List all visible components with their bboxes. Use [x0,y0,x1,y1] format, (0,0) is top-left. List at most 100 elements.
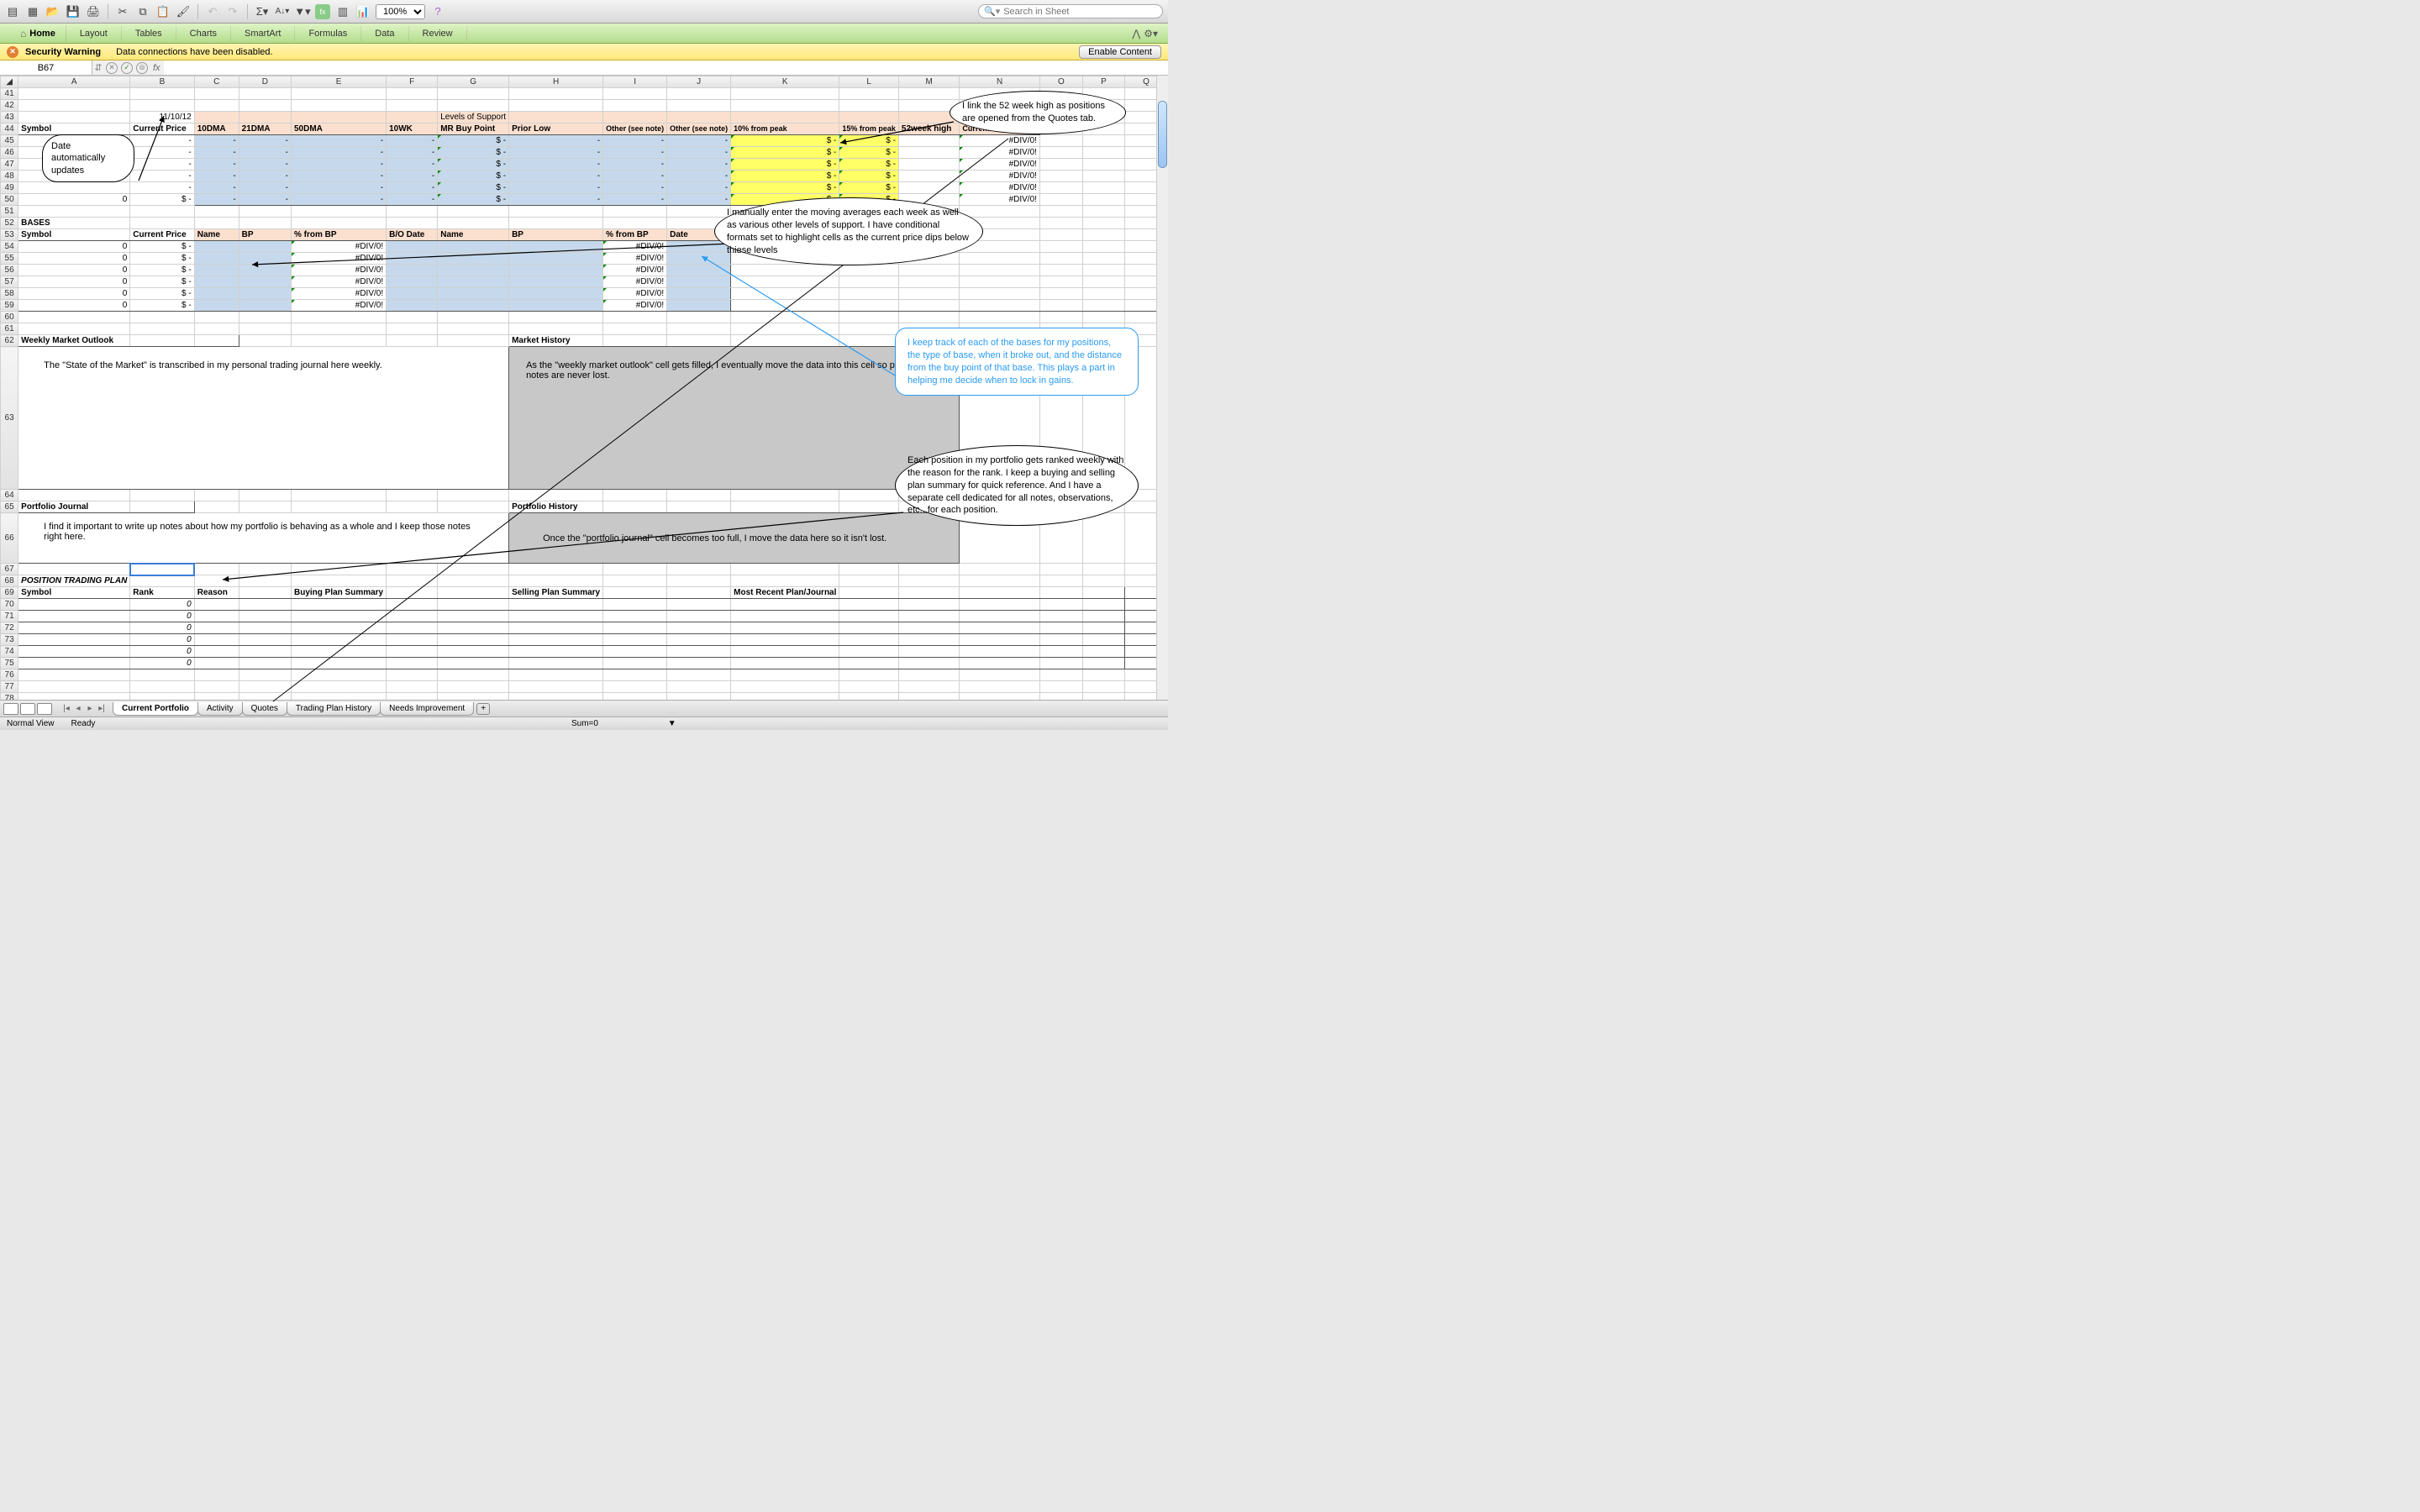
cell-F54[interactable] [387,241,438,253]
cell-I70[interactable] [603,599,667,611]
cell-K73[interactable] [731,634,839,646]
cell-O47[interactable] [1039,159,1082,171]
cell-A60[interactable] [18,312,130,323]
zoom-select[interactable]: 100% [376,4,425,19]
cell-G54[interactable] [438,241,509,253]
cell-N68[interactable] [960,575,1040,587]
cell-J76[interactable] [667,669,731,681]
search-box[interactable]: 🔍▾ [978,4,1163,18]
cell-G69[interactable] [438,587,509,599]
format-painter-icon[interactable]: 🖌 [176,4,191,19]
cell-I72[interactable] [603,622,667,634]
cell-G60[interactable] [438,312,509,323]
cell-H76[interactable] [509,669,603,681]
cell-P53[interactable] [1082,229,1124,241]
cell-H66[interactable]: Once the "portfolio journal" cell become… [509,513,960,564]
cell-K62[interactable] [731,335,839,347]
cell-A66[interactable]: I find it important to write up notes ab… [18,513,509,564]
cell-M48[interactable] [898,171,959,182]
cell-E73[interactable] [291,634,386,646]
col-header-G[interactable]: G [438,76,509,88]
col-header-I[interactable]: I [603,76,667,88]
cell-A74[interactable] [18,646,130,658]
cell-M70[interactable] [898,599,959,611]
cell-G62[interactable] [438,335,509,347]
cell-O73[interactable] [1039,634,1082,646]
cell-F75[interactable] [387,658,438,669]
row-header-66[interactable]: 66 [1,513,18,564]
cell-D57[interactable] [239,276,291,288]
cell-G51[interactable] [438,206,509,218]
cell-J47[interactable]: - [667,159,731,171]
cell-I44[interactable]: Other (see note) [603,123,667,135]
cell-O59[interactable] [1039,300,1082,312]
row-header-74[interactable]: 74 [1,646,18,658]
cell-L57[interactable] [839,276,899,288]
paste-icon[interactable]: 📋 [155,4,171,19]
row-header-68[interactable]: 68 [1,575,18,587]
cell-F46[interactable]: - [387,147,438,159]
cell-B62[interactable] [130,335,194,347]
cell-E74[interactable] [291,646,386,658]
col-header-D[interactable]: D [239,76,291,88]
cell-O53[interactable] [1039,229,1082,241]
cell-A64[interactable] [18,490,130,501]
cell-B73[interactable]: 0 [130,634,194,646]
cell-F67[interactable] [387,564,438,575]
row-header-69[interactable]: 69 [1,587,18,599]
name-box[interactable]: B67 [0,60,92,75]
cell-D47[interactable]: - [239,159,291,171]
cell-I60[interactable] [603,312,667,323]
cell-H65[interactable]: Portfolio History [509,501,603,513]
row-header-65[interactable]: 65 [1,501,18,513]
cell-B41[interactable] [130,88,194,100]
cell-C53[interactable]: Name [194,229,239,241]
cell-C67[interactable] [194,564,239,575]
cell-K42[interactable] [731,100,839,112]
cell-O69[interactable] [1039,587,1082,599]
cell-N74[interactable] [960,646,1040,658]
cell-O70[interactable] [1039,599,1082,611]
cell-G61[interactable] [438,323,509,335]
cell-H42[interactable] [509,100,603,112]
cell-G58[interactable] [438,288,509,300]
cell-A68[interactable]: POSITION TRADING PLAN [18,575,130,587]
tab-formulas[interactable]: Formulas [295,26,361,41]
cell-H43[interactable] [509,112,603,123]
cell-P51[interactable] [1082,206,1124,218]
cell-O48[interactable] [1039,171,1082,182]
cell-K49[interactable]: $ - [731,182,839,194]
cell-D59[interactable] [239,300,291,312]
col-header-N[interactable]: N [960,76,1040,88]
cell-I57[interactable]: #DIV/0! [603,276,667,288]
cell-E77[interactable] [291,681,386,693]
col-header-F[interactable]: F [387,76,438,88]
cell-D52[interactable] [239,218,291,229]
cell-B64[interactable] [130,490,194,501]
cell-F43[interactable] [387,112,438,123]
sheet-tab-current-portfolio[interactable]: Current Portfolio [113,702,198,716]
cell-L60[interactable] [839,312,899,323]
cell-G55[interactable] [438,253,509,265]
cell-A73[interactable] [18,634,130,646]
cell-L49[interactable]: $ - [839,182,899,194]
tab-home[interactable]: ⌂Home [10,25,66,42]
cancel-formula-icon[interactable]: ✕ [106,62,118,74]
cell-C62[interactable] [194,335,239,347]
cell-L59[interactable] [839,300,899,312]
cell-G41[interactable] [438,88,509,100]
cell-M76[interactable] [898,669,959,681]
cell-L43[interactable] [839,112,899,123]
cell-N60[interactable] [960,312,1040,323]
cell-G77[interactable] [438,681,509,693]
cell-L58[interactable] [839,288,899,300]
cell-L77[interactable] [839,681,899,693]
cell-N71[interactable] [960,611,1040,622]
cell-M67[interactable] [898,564,959,575]
cell-D58[interactable] [239,288,291,300]
cell-L47[interactable]: $ - [839,159,899,171]
cell-J73[interactable] [667,634,731,646]
cell-L71[interactable] [839,611,899,622]
cell-J61[interactable] [667,323,731,335]
cell-J62[interactable] [667,335,731,347]
